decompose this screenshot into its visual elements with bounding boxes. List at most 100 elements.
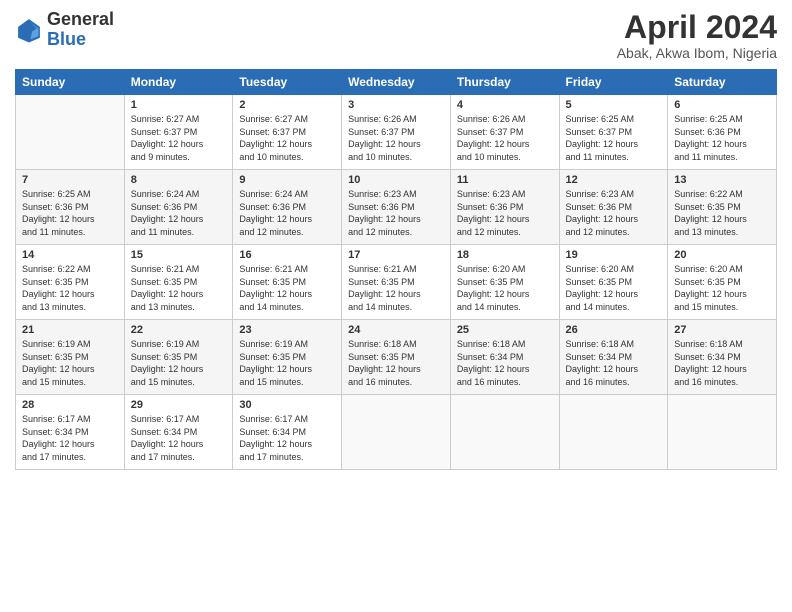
day-info: Sunrise: 6:24 AMSunset: 6:36 PMDaylight:… — [131, 188, 227, 238]
day-info: Sunrise: 6:25 AMSunset: 6:36 PMDaylight:… — [674, 113, 770, 163]
day-number: 21 — [22, 324, 118, 336]
header-row: SundayMondayTuesdayWednesdayThursdayFrid… — [16, 70, 777, 95]
calendar-cell: 21 Sunrise: 6:19 AMSunset: 6:35 PMDayligh… — [16, 320, 125, 395]
calendar-cell: 26 Sunrise: 6:18 AMSunset: 6:34 PMDayligh… — [559, 320, 668, 395]
calendar-cell: 4Sunrise: 6:26 AMSunset: 6:37 PMDaylight… — [450, 95, 559, 170]
day-info: Sunrise: 6:26 AMSunset: 6:37 PMDaylight:… — [457, 113, 553, 163]
location: Abak, Akwa Ibom, Nigeria — [617, 45, 777, 61]
calendar-cell — [450, 395, 559, 470]
day-number: 9 — [239, 174, 335, 186]
day-info: Sunrise: 6:19 AMSunset: 6:35 PMDaylight:… — [239, 338, 335, 388]
calendar-cell: 8 Sunrise: 6:24 AMSunset: 6:36 PMDaylight… — [124, 170, 233, 245]
day-info: Sunrise: 6:18 AMSunset: 6:34 PMDaylight:… — [566, 338, 662, 388]
calendar-cell: 1 Sunrise: 6:27 AMSunset: 6:37 PMDaylight… — [124, 95, 233, 170]
day-number: 6 — [674, 99, 770, 111]
day-info: Sunrise: 6:23 AMSunset: 6:36 PMDaylight:… — [566, 188, 662, 238]
day-info: Sunrise: 6:25 AMSunset: 6:37 PMDaylight:… — [566, 113, 662, 163]
day-number: 12 — [566, 174, 662, 186]
week-row-4: 21 Sunrise: 6:19 AMSunset: 6:35 PMDayligh… — [16, 320, 777, 395]
day-info: Sunrise: 6:27 AMSunset: 6:37 PMDaylight:… — [131, 113, 227, 163]
calendar-cell: 3Sunrise: 6:26 AMSunset: 6:37 PMDaylight… — [342, 95, 451, 170]
calendar-cell: 27 Sunrise: 6:18 AMSunset: 6:34 PMDayligh… — [668, 320, 777, 395]
day-info: Sunrise: 6:18 AMSunset: 6:34 PMDaylight:… — [457, 338, 553, 388]
calendar-cell: 25 Sunrise: 6:18 AMSunset: 6:34 PMDayligh… — [450, 320, 559, 395]
calendar-cell: 23 Sunrise: 6:19 AMSunset: 6:35 PMDayligh… — [233, 320, 342, 395]
day-number: 26 — [566, 324, 662, 336]
day-info: Sunrise: 6:23 AMSunset: 6:36 PMDaylight:… — [457, 188, 553, 238]
day-info: Sunrise: 6:26 AMSunset: 6:37 PMDaylight:… — [348, 113, 444, 163]
day-info: Sunrise: 6:20 AMSunset: 6:35 PMDaylight:… — [674, 263, 770, 313]
calendar-cell — [342, 395, 451, 470]
calendar-cell: 13Sunrise: 6:22 AMSunset: 6:35 PMDayligh… — [668, 170, 777, 245]
logo: General Blue — [15, 10, 114, 50]
calendar-cell: 29 Sunrise: 6:17 AMSunset: 6:34 PMDayligh… — [124, 395, 233, 470]
day-header-sunday: Sunday — [16, 70, 125, 95]
day-header-friday: Friday — [559, 70, 668, 95]
day-header-saturday: Saturday — [668, 70, 777, 95]
calendar-cell: 11 Sunrise: 6:23 AMSunset: 6:36 PMDayligh… — [450, 170, 559, 245]
day-number: 27 — [674, 324, 770, 336]
day-info: Sunrise: 6:17 AMSunset: 6:34 PMDaylight:… — [239, 413, 335, 463]
day-number: 16 — [239, 249, 335, 261]
day-number: 30 — [239, 399, 335, 411]
day-info: Sunrise: 6:25 AMSunset: 6:36 PMDaylight:… — [22, 188, 118, 238]
calendar-cell: 18 Sunrise: 6:20 AMSunset: 6:35 PMDayligh… — [450, 245, 559, 320]
calendar-cell: 14Sunrise: 6:22 AMSunset: 6:35 PMDayligh… — [16, 245, 125, 320]
calendar-cell: 19 Sunrise: 6:20 AMSunset: 6:35 PMDayligh… — [559, 245, 668, 320]
week-row-3: 14Sunrise: 6:22 AMSunset: 6:35 PMDayligh… — [16, 245, 777, 320]
calendar-cell: 12 Sunrise: 6:23 AMSunset: 6:36 PMDayligh… — [559, 170, 668, 245]
day-header-wednesday: Wednesday — [342, 70, 451, 95]
day-number: 17 — [348, 249, 444, 261]
calendar-cell: 2 Sunrise: 6:27 AMSunset: 6:37 PMDaylight… — [233, 95, 342, 170]
day-info: Sunrise: 6:20 AMSunset: 6:35 PMDaylight:… — [566, 263, 662, 313]
day-info: Sunrise: 6:21 AMSunset: 6:35 PMDaylight:… — [131, 263, 227, 313]
day-number: 18 — [457, 249, 553, 261]
calendar-cell: 5Sunrise: 6:25 AMSunset: 6:37 PMDaylight… — [559, 95, 668, 170]
day-header-tuesday: Tuesday — [233, 70, 342, 95]
calendar-cell — [16, 95, 125, 170]
day-number: 15 — [131, 249, 227, 261]
day-number: 14 — [22, 249, 118, 261]
page: General Blue April 2024 Abak, Akwa Ibom,… — [0, 0, 792, 612]
day-info: Sunrise: 6:24 AMSunset: 6:36 PMDaylight:… — [239, 188, 335, 238]
day-info: Sunrise: 6:23 AMSunset: 6:36 PMDaylight:… — [348, 188, 444, 238]
day-info: Sunrise: 6:18 AMSunset: 6:34 PMDaylight:… — [674, 338, 770, 388]
calendar-cell: 16 Sunrise: 6:21 AMSunset: 6:35 PMDayligh… — [233, 245, 342, 320]
day-number: 13 — [674, 174, 770, 186]
logo-icon — [15, 16, 43, 44]
day-info: Sunrise: 6:27 AMSunset: 6:37 PMDaylight:… — [239, 113, 335, 163]
day-number: 11 — [457, 174, 553, 186]
day-number: 2 — [239, 99, 335, 111]
day-info: Sunrise: 6:17 AMSunset: 6:34 PMDaylight:… — [22, 413, 118, 463]
day-number: 25 — [457, 324, 553, 336]
calendar-table: SundayMondayTuesdayWednesdayThursdayFrid… — [15, 69, 777, 470]
calendar-cell — [559, 395, 668, 470]
calendar-cell: 24Sunrise: 6:18 AMSunset: 6:35 PMDayligh… — [342, 320, 451, 395]
day-number: 10 — [348, 174, 444, 186]
header: General Blue April 2024 Abak, Akwa Ibom,… — [15, 10, 777, 61]
day-number: 1 — [131, 99, 227, 111]
day-info: Sunrise: 6:19 AMSunset: 6:35 PMDaylight:… — [22, 338, 118, 388]
day-number: 20 — [674, 249, 770, 261]
day-number: 19 — [566, 249, 662, 261]
logo-general: General — [47, 10, 114, 30]
title-block: April 2024 Abak, Akwa Ibom, Nigeria — [617, 10, 777, 61]
day-header-monday: Monday — [124, 70, 233, 95]
calendar-cell: 15 Sunrise: 6:21 AMSunset: 6:35 PMDayligh… — [124, 245, 233, 320]
day-info: Sunrise: 6:19 AMSunset: 6:35 PMDaylight:… — [131, 338, 227, 388]
calendar-cell: 30 Sunrise: 6:17 AMSunset: 6:34 PMDayligh… — [233, 395, 342, 470]
calendar-cell: 10 Sunrise: 6:23 AMSunset: 6:36 PMDayligh… — [342, 170, 451, 245]
day-number: 29 — [131, 399, 227, 411]
day-number: 23 — [239, 324, 335, 336]
day-info: Sunrise: 6:20 AMSunset: 6:35 PMDaylight:… — [457, 263, 553, 313]
day-number: 22 — [131, 324, 227, 336]
calendar-cell: 28 Sunrise: 6:17 AMSunset: 6:34 PMDayligh… — [16, 395, 125, 470]
day-number: 28 — [22, 399, 118, 411]
day-number: 7 — [22, 174, 118, 186]
day-info: Sunrise: 6:21 AMSunset: 6:35 PMDaylight:… — [239, 263, 335, 313]
day-info: Sunrise: 6:17 AMSunset: 6:34 PMDaylight:… — [131, 413, 227, 463]
day-number: 8 — [131, 174, 227, 186]
month-title: April 2024 — [617, 10, 777, 45]
calendar-cell: 9 Sunrise: 6:24 AMSunset: 6:36 PMDaylight… — [233, 170, 342, 245]
calendar-cell: 17Sunrise: 6:21 AMSunset: 6:35 PMDayligh… — [342, 245, 451, 320]
